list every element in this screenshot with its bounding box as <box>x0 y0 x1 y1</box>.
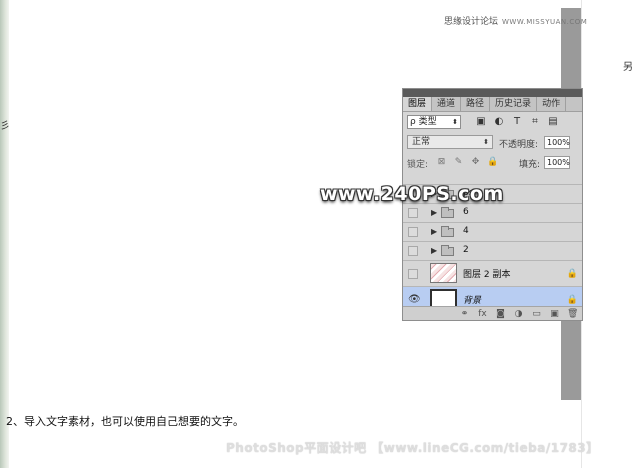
lock-position-icon[interactable]: ✥ <box>470 156 481 168</box>
opacity-label: 不透明度: <box>499 140 539 150</box>
visibility-toggle[interactable] <box>408 269 418 279</box>
lock-transparent-icon[interactable]: ⊠ <box>436 156 447 168</box>
panel-tabs: 图层 通道 路径 历史记录 动作 <box>403 97 582 112</box>
tab-paths[interactable]: 路径 <box>461 97 491 111</box>
layer-name: 背景 <box>463 296 482 306</box>
edge-glyph: 彡 <box>0 121 10 132</box>
watermark: www.240PS.com <box>320 183 504 205</box>
site-tag-url: WWW.MISSYUAN.COM <box>502 18 588 26</box>
visibility-toggle[interactable] <box>408 246 418 256</box>
right-window-edge: 另 <box>581 0 632 468</box>
shape-filter-icon[interactable]: ⌗ <box>529 115 541 128</box>
fill-input[interactable]: 100% <box>544 156 570 169</box>
panel-bottom-bar: ⚭ fx ◙ ◑ ▭ ▣ 🗑 <box>403 306 582 320</box>
lock-icon: 🔒 <box>566 269 578 279</box>
new-group-icon[interactable]: ▭ <box>531 309 542 319</box>
lock-row: 锁定: ⊠ ✎ ✥ 🔒 填充: 100% <box>403 152 582 172</box>
trash-icon[interactable]: 🗑 <box>567 309 578 319</box>
layer-name: 4 <box>463 226 469 236</box>
filter-row: ρ 类型 ⬍ ▣ ◐ T ⌗ ▤ <box>403 112 582 132</box>
fx-icon[interactable]: fx <box>477 309 488 319</box>
type-filter-icon[interactable]: T <box>511 115 523 128</box>
tab-history[interactable]: 历史记录 <box>490 97 538 111</box>
folder-icon <box>441 207 454 218</box>
image-filter-icon[interactable]: ▣ <box>475 115 487 128</box>
layer-group-2[interactable]: ▶ 2 <box>403 241 582 260</box>
expand-arrow-icon[interactable]: ▶ <box>431 227 437 236</box>
visibility-toggle[interactable] <box>408 227 418 237</box>
expand-arrow-icon[interactable]: ▶ <box>431 208 437 217</box>
tab-actions[interactable]: 动作 <box>537 97 567 111</box>
opacity-input[interactable]: 100% <box>544 136 570 149</box>
tab-channels[interactable]: 通道 <box>432 97 462 111</box>
lock-label: 锁定: <box>407 160 429 170</box>
expand-arrow-icon[interactable]: ▶ <box>431 246 437 255</box>
layer-group-4[interactable]: ▶ 4 <box>403 222 582 241</box>
new-layer-icon[interactable]: ▣ <box>549 309 560 319</box>
folder-icon <box>441 226 454 237</box>
add-mask-icon[interactable]: ◙ <box>495 309 506 319</box>
lock-icon: 🔒 <box>566 295 578 305</box>
lock-image-icon[interactable]: ✎ <box>453 156 464 168</box>
edge-glyph-right: 另 <box>623 62 632 73</box>
layer-name: 6 <box>463 207 469 217</box>
folder-icon <box>441 245 454 256</box>
blend-row: 正常 ⬍ 不透明度: 100% <box>403 132 582 152</box>
footer-watermark: PhotoShop平面设计吧 【www.lineCG.com/tieba/178… <box>226 441 599 455</box>
adjustment-filter-icon[interactable]: ◐ <box>493 115 505 128</box>
filter-icons: ▣ ◐ T ⌗ ▤ <box>475 115 559 128</box>
layer-group-6[interactable]: ▶ 6 <box>403 203 582 222</box>
blend-mode-value: 正常 <box>412 137 431 147</box>
panel-title-bar[interactable] <box>403 89 582 97</box>
site-tag: 思缘设计论坛 WWW.MISSYUAN.COM <box>444 14 587 27</box>
select-arrow-icon: ⬍ <box>452 118 458 126</box>
tab-layers[interactable]: 图层 <box>403 97 433 111</box>
layer-thumbnail <box>430 263 457 283</box>
step-caption: 2、导入文字素材，也可以使用自己想要的文字。 <box>6 415 244 428</box>
left-window-edge: 彡 <box>0 0 10 468</box>
layer-name: 2 <box>463 245 469 255</box>
layer-name: 图层 2 副本 <box>463 270 511 280</box>
smart-object-filter-icon[interactable]: ▤ <box>547 115 559 128</box>
select-arrow-icon: ⬍ <box>483 138 489 146</box>
site-tag-cn: 思缘设计论坛 <box>444 17 499 27</box>
lock-icons: ⊠ ✎ ✥ 🔒 <box>436 156 499 168</box>
visibility-toggle[interactable] <box>408 208 418 218</box>
eye-icon[interactable]: 👁 <box>408 295 421 305</box>
adjustment-layer-icon[interactable]: ◑ <box>513 309 524 319</box>
layer-2-copy[interactable]: 图层 2 副本 🔒 <box>403 260 582 286</box>
blend-mode-select[interactable]: 正常 ⬍ <box>407 135 493 149</box>
lock-all-icon[interactable]: 🔒 <box>487 156 498 168</box>
filter-type-label: ρ 类型 <box>410 117 437 127</box>
fill-label: 填充: <box>519 160 541 170</box>
filter-type-select[interactable]: ρ 类型 ⬍ <box>407 115 461 129</box>
link-layers-icon[interactable]: ⚭ <box>459 309 470 319</box>
